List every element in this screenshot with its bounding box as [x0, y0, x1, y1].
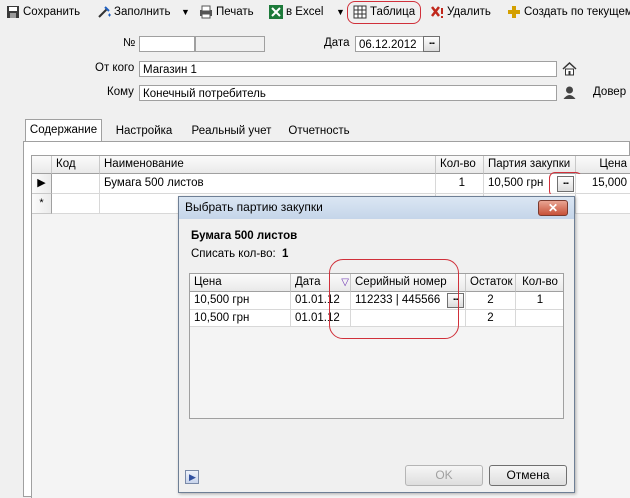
- new-cell-code[interactable]: [52, 194, 100, 214]
- cell-price[interactable]: 15,000: [576, 174, 630, 194]
- batch-cell-rest[interactable]: 2: [466, 292, 516, 310]
- dialog-title: Выбрать партию закупки: [185, 200, 323, 214]
- chevron-down-icon: ▼: [181, 7, 190, 17]
- number-label: №: [123, 37, 136, 49]
- column-header-rest[interactable]: Остаток: [466, 274, 516, 292]
- close-button[interactable]: ✕: [538, 200, 568, 216]
- product-name: Бумага 500 листов: [191, 230, 298, 242]
- delete-button[interactable]: Удалить: [430, 3, 491, 21]
- plus-icon: [507, 5, 521, 19]
- excel-export-button[interactable]: в Excel: [269, 3, 323, 21]
- fill-dropdown-arrow[interactable]: ▼: [181, 3, 190, 21]
- floppy-disk-icon: [6, 5, 20, 19]
- delete-x-icon: [430, 5, 444, 19]
- to-input[interactable]: Конечный потребитель: [139, 85, 557, 101]
- grid-corner: [32, 156, 52, 174]
- excel-icon: [269, 5, 283, 19]
- number-input[interactable]: [139, 36, 195, 52]
- date-label: Дата: [324, 37, 350, 49]
- batch-cell-rest[interactable]: 2: [466, 310, 516, 327]
- column-header-qty[interactable]: Кол-во: [436, 156, 484, 174]
- excel-dropdown-arrow[interactable]: ▼: [336, 3, 345, 21]
- table-highlight-outline: [347, 1, 421, 24]
- tab-settings[interactable]: Настройка: [108, 121, 180, 142]
- printer-icon: [199, 5, 213, 19]
- batch-cell-qty[interactable]: 1: [516, 292, 563, 310]
- fill-wand-icon: [97, 5, 111, 19]
- column-header-price[interactable]: Цена: [190, 274, 291, 292]
- expand-button[interactable]: ▶: [185, 470, 199, 484]
- dialog-title-bar: Выбрать партию закупки ✕: [179, 197, 574, 219]
- fill-button[interactable]: Заполнить: [97, 3, 170, 21]
- select-batch-dialog: Выбрать партию закупки ✕ Бумага 500 лист…: [178, 196, 575, 493]
- house-icon[interactable]: [562, 61, 577, 76]
- play-arrow-icon: ▶: [189, 472, 196, 482]
- from-label: От кого: [95, 62, 135, 74]
- batch-cell-price[interactable]: 10,500 грн: [190, 310, 291, 327]
- cell-qty[interactable]: 1: [436, 174, 484, 194]
- new-cell-price[interactable]: [576, 194, 630, 214]
- batch-cell-qty[interactable]: [516, 310, 563, 327]
- new-row-marker[interactable]: *: [32, 194, 52, 214]
- chevron-down-icon: ▼: [336, 7, 345, 17]
- writeoff-label: Списать кол-во:: [191, 248, 276, 260]
- trust-label: Довер: [593, 86, 627, 98]
- column-header-price[interactable]: Цена: [576, 156, 630, 174]
- to-label: Кому: [107, 86, 134, 98]
- batch-cell-price[interactable]: 10,500 грн: [190, 292, 291, 310]
- tab-content[interactable]: Содержание: [25, 119, 102, 142]
- from-input[interactable]: Магазин 1: [139, 61, 557, 77]
- cell-batch-value: 10,500 грн: [488, 177, 544, 189]
- cell-code[interactable]: [52, 174, 100, 194]
- ok-button[interactable]: OK: [405, 465, 483, 486]
- number-suffix-field: [195, 36, 265, 52]
- person-icon[interactable]: [562, 85, 577, 100]
- cell-name[interactable]: Бумага 500 листов: [100, 174, 436, 194]
- create-based-button[interactable]: Создать по текущему: [507, 3, 630, 21]
- print-button[interactable]: Печать: [199, 3, 254, 21]
- column-header-qty[interactable]: Кол-во: [516, 274, 563, 292]
- tab-real-accounting[interactable]: Реальный учет: [186, 121, 277, 142]
- close-icon: ✕: [547, 201, 559, 215]
- date-input[interactable]: 06.12.2012: [355, 36, 424, 52]
- current-row-marker[interactable]: ▶: [32, 174, 52, 194]
- toolbar: Сохранить Заполнить ▼ Печать в Excel ▼ Т…: [0, 0, 630, 24]
- writeoff-value: 1: [282, 248, 289, 260]
- serial-highlight-outline: [329, 259, 459, 339]
- column-header-name[interactable]: Наименование: [100, 156, 436, 174]
- date-picker-button[interactable]: ...: [423, 36, 440, 52]
- tab-reports[interactable]: Отчетность: [283, 121, 355, 142]
- column-header-code[interactable]: Код: [52, 156, 100, 174]
- save-button[interactable]: Сохранить: [6, 3, 80, 21]
- cancel-button[interactable]: Отмена: [489, 465, 567, 486]
